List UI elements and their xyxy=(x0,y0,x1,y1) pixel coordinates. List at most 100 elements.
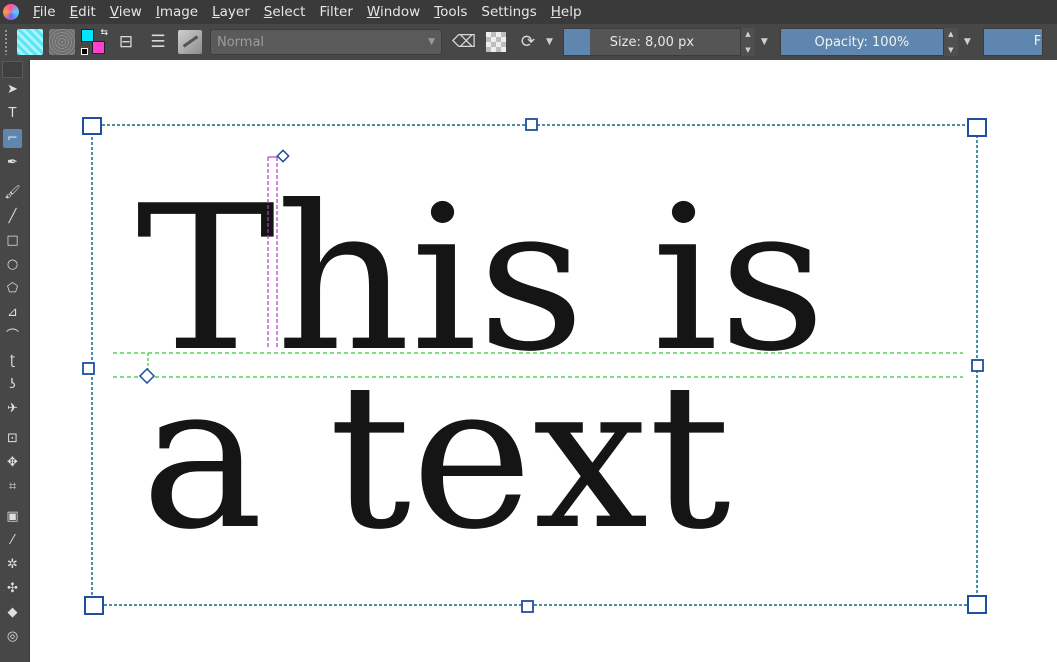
ellipse-tool[interactable]: ○ xyxy=(3,255,22,274)
opacity-dropdown-icon[interactable]: ▼ xyxy=(964,37,971,47)
menu-tools[interactable]: Tools xyxy=(427,0,474,24)
menu-file[interactable]: File xyxy=(26,0,63,24)
toolbar-grip-icon[interactable] xyxy=(4,29,8,55)
menu-select[interactable]: Select xyxy=(257,0,313,24)
brush-preset-button[interactable] xyxy=(16,28,44,56)
pattern-icon xyxy=(178,30,202,54)
fill-tool[interactable]: ◆ xyxy=(3,603,22,622)
select-shapes-tool[interactable]: ➤ xyxy=(3,80,22,99)
edit-shapes-tool[interactable]: ⌐ xyxy=(3,129,22,148)
opacity-slider[interactable]: Opacity: 100% xyxy=(779,28,944,56)
toolbox: ➤ T ⌐ ✒ 🖌 ╱ □ ○ ⬠ ⊿ ⌒ ʈ ʖ ✈ ⊡ ✥ ⌗ ▣ ⁄ ✲ ✣ ◆ ◎ xyxy=(0,60,30,662)
calligraphy-tool[interactable]: ✒ xyxy=(3,153,22,172)
reference-tool[interactable]: ◎ xyxy=(3,627,22,646)
color-swatch-icon: ⇆ xyxy=(80,28,108,56)
texture-preset-button[interactable] xyxy=(48,28,76,56)
brush-preset-icon xyxy=(17,29,43,55)
resize-handle-left[interactable] xyxy=(82,362,95,375)
text-line-2[interactable]: a text xyxy=(141,341,731,574)
eraser-mode-button[interactable]: ⌫ xyxy=(450,28,478,56)
resize-handle-top-right[interactable] xyxy=(967,118,987,137)
color-picker-tool[interactable]: ⁄ xyxy=(3,531,22,550)
resize-handle-bottom-left[interactable] xyxy=(84,596,104,615)
menu-mnemonic: L xyxy=(212,4,220,20)
fill-icon: ◆ xyxy=(7,605,18,620)
menu-bar: File Edit View Image Layer Select Filter Window… xyxy=(0,0,1057,24)
mirror-dropdown-icon[interactable]: ▼ xyxy=(546,37,553,47)
gradient-tool[interactable]: ▣ xyxy=(3,507,22,526)
flow-slider[interactable]: F xyxy=(982,28,1043,56)
spin-up-icon[interactable]: ▲ xyxy=(745,30,750,38)
flow-value: F xyxy=(1033,34,1042,49)
menu-label: ile xyxy=(39,4,56,20)
line-icon: ╱ xyxy=(8,209,17,224)
preserve-alpha-button[interactable] xyxy=(482,28,510,56)
resize-handle-top[interactable] xyxy=(525,118,538,131)
assistant-icon: ✣ xyxy=(7,581,18,596)
polygon-icon: ⬠ xyxy=(6,281,19,296)
spin-down-icon[interactable]: ▼ xyxy=(745,46,750,54)
rectangle-tool[interactable]: □ xyxy=(3,231,22,250)
multibrush-tool[interactable]: ✈ xyxy=(3,399,22,418)
chevron-down-icon: ▼ xyxy=(428,37,435,47)
pattern-button[interactable] xyxy=(176,28,204,56)
kerning-handle[interactable] xyxy=(276,149,290,163)
menu-edit[interactable]: Edit xyxy=(63,0,103,24)
alpha-checker-icon xyxy=(486,32,506,52)
menu-layer[interactable]: Layer xyxy=(205,0,257,24)
text-tool[interactable]: T xyxy=(3,104,22,123)
menu-label: indow xyxy=(379,4,421,20)
polyline-icon: ⊿ xyxy=(7,305,18,320)
edit-brush-settings-button[interactable]: ⊟ xyxy=(112,28,140,56)
menu-settings[interactable]: Settings xyxy=(474,0,543,24)
polygon-tool[interactable]: ⬠ xyxy=(3,279,22,298)
resize-handle-bottom-right[interactable] xyxy=(967,595,987,614)
smart-patch-icon: ✲ xyxy=(7,557,18,572)
blend-mode-select[interactable]: Normal ▼ xyxy=(210,29,442,55)
opacity-spinner[interactable]: ▲ ▼ xyxy=(943,28,958,56)
crop-tool[interactable]: ⌗ xyxy=(3,477,22,496)
gradient-icon: ▣ xyxy=(6,509,19,524)
move-icon: ✥ xyxy=(7,455,18,470)
transform-tool[interactable]: ⊡ xyxy=(3,429,22,448)
resize-handle-top-left[interactable] xyxy=(82,117,102,135)
dynamic-brush-tool[interactable]: ʖ xyxy=(3,375,22,394)
reset-colors-icon[interactable] xyxy=(81,48,88,55)
texture-icon xyxy=(49,29,75,55)
menu-label: Filter xyxy=(319,4,353,20)
resize-handle-right[interactable] xyxy=(971,359,984,372)
menu-help[interactable]: Help xyxy=(544,0,589,24)
choose-brush-preset-button[interactable]: ☰ xyxy=(144,28,172,56)
brush-size-slider[interactable]: Size: 8,00 px xyxy=(562,28,741,56)
color-selector-button[interactable]: ⇆ xyxy=(80,28,108,56)
move-tool[interactable]: ✥ xyxy=(3,453,22,472)
resize-handle-bottom[interactable] xyxy=(521,600,534,613)
freehand-path-tool[interactable]: ʈ xyxy=(3,351,22,370)
spin-up-icon[interactable]: ▲ xyxy=(948,30,953,38)
assistant-tool[interactable]: ✣ xyxy=(3,579,22,598)
reload-preset-button[interactable]: ⟳ xyxy=(514,28,542,56)
polyline-tool[interactable]: ⊿ xyxy=(3,303,22,322)
menu-label: elp xyxy=(560,4,582,20)
smart-patch-tool[interactable]: ✲ xyxy=(3,555,22,574)
line-tool[interactable]: ╱ xyxy=(3,207,22,226)
toolbox-header[interactable] xyxy=(2,61,23,78)
menu-mnemonic: H xyxy=(550,4,561,20)
swap-colors-icon[interactable]: ⇆ xyxy=(100,28,108,38)
menu-view[interactable]: View xyxy=(103,0,149,24)
spin-down-icon[interactable]: ▼ xyxy=(948,46,953,54)
canvas[interactable]: This is a text xyxy=(31,60,1057,662)
ellipse-icon: ○ xyxy=(6,257,19,272)
menu-filter[interactable]: Filter xyxy=(312,0,359,24)
size-dropdown-icon[interactable]: ▼ xyxy=(761,37,768,47)
menu-image[interactable]: Image xyxy=(149,0,205,24)
color-picker-icon: ⁄ xyxy=(11,533,14,548)
size-spinner[interactable]: ▲ ▼ xyxy=(740,28,755,56)
menu-label: dit xyxy=(78,4,96,20)
bezier-tool[interactable]: ⌒ xyxy=(3,327,22,346)
edit-shapes-icon: ⌐ xyxy=(7,131,18,146)
freehand-brush-tool[interactable]: 🖌 xyxy=(3,183,22,202)
menu-label: ools xyxy=(440,4,468,20)
menu-window[interactable]: Window xyxy=(360,0,427,24)
background-color-swatch[interactable] xyxy=(92,41,105,54)
